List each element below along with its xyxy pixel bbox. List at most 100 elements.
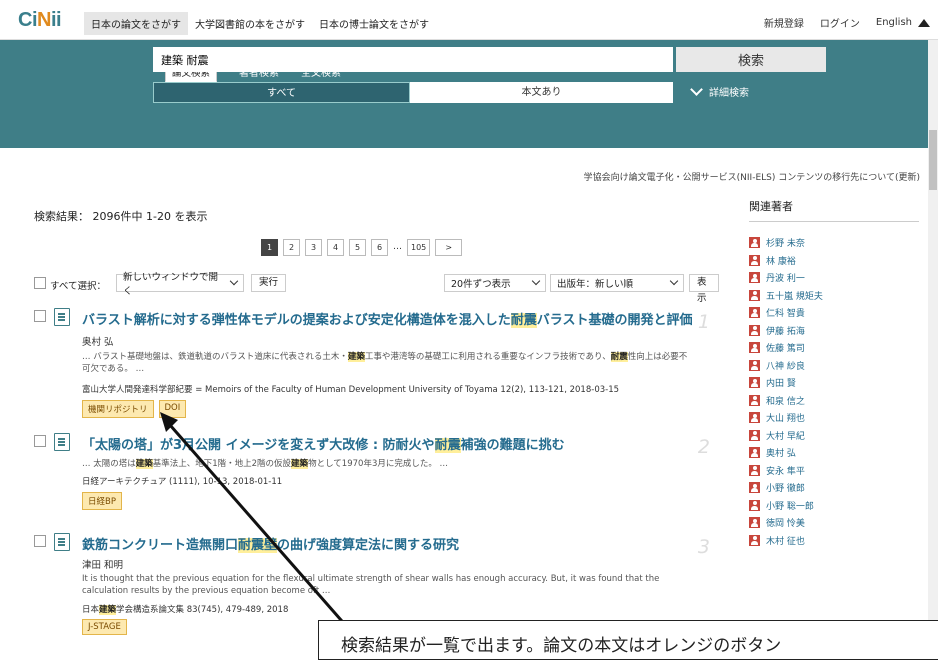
- repository-link[interactable]: 機関リポジトリ: [82, 400, 154, 418]
- account-links: 新規登録 ログイン English: [764, 15, 930, 30]
- result-snippet: … バラスト基礎地盤は、鉄道軌道のバラスト道床に代表される土木・建築工事や港湾等…: [82, 352, 688, 374]
- result-count: 検索結果： 2096件中 1-20 を表示: [34, 210, 208, 223]
- related-author-item[interactable]: 安永 隼平: [749, 462, 919, 480]
- result-number: 3: [697, 536, 710, 558]
- related-author-name: 丹波 利一: [766, 274, 805, 285]
- related-author-item[interactable]: 木村 征也: [749, 532, 919, 550]
- related-author-item[interactable]: 内田 賢: [749, 374, 919, 392]
- result-checkbox[interactable]: [34, 310, 46, 322]
- person-icon: [749, 394, 760, 406]
- related-author-item[interactable]: 伊藤 拓海: [749, 322, 919, 340]
- doi-link[interactable]: DOI: [158, 400, 187, 418]
- related-author-item[interactable]: 奥村 弘: [749, 444, 919, 462]
- person-icon: [749, 464, 760, 476]
- search-button[interactable]: 検索: [676, 47, 826, 72]
- nav-books[interactable]: 大学図書館の本をさがす: [188, 12, 312, 35]
- person-icon: [749, 254, 760, 266]
- related-author-item[interactable]: 佐藤 篤司: [749, 339, 919, 357]
- sort-value: 出版年：新しい順: [557, 279, 634, 290]
- person-icon: [749, 324, 760, 336]
- result-snippet: … 太陽の塔は建築基準法上、地下1階・地上2階の仮設建築物として1970年3月に…: [82, 459, 449, 469]
- register-link[interactable]: 新規登録: [764, 15, 804, 30]
- exec-button[interactable]: 実行: [251, 274, 287, 292]
- related-author-item[interactable]: 大村 早紀: [749, 427, 919, 445]
- per-page-value: 20件ずつ表示: [451, 279, 511, 290]
- cinii-logo[interactable]: CiNii: [18, 9, 62, 32]
- related-author-item[interactable]: 小野 徹郎: [749, 479, 919, 497]
- login-link[interactable]: ログイン: [820, 15, 860, 30]
- result-links: 機関リポジトリ DOI: [82, 400, 187, 418]
- related-author-item[interactable]: 林 康裕: [749, 252, 919, 270]
- related-author-name: 五十嵐 規矩夫: [766, 291, 823, 302]
- related-authors-heading: 関連著者: [749, 198, 919, 222]
- related-author-name: 林 康裕: [766, 256, 796, 267]
- related-author-name: 安永 隼平: [766, 466, 805, 477]
- related-author-name: 小野 聡一郎: [766, 501, 814, 512]
- publisher-link[interactable]: 日経BP: [82, 492, 122, 510]
- related-author-item[interactable]: 和泉 信之: [749, 392, 919, 410]
- related-author-name: 内田 賢: [766, 379, 796, 390]
- result-title[interactable]: 鉄筋コンクリート造無開口耐震壁の曲げ強度算定法に関する研究: [82, 534, 459, 553]
- result-checkbox[interactable]: [34, 535, 46, 547]
- select-all-checkbox[interactable]: [34, 277, 46, 289]
- related-author-name: 杉野 未奈: [766, 239, 805, 250]
- scrollbar[interactable]: [928, 40, 938, 648]
- next-page-icon[interactable]: >: [435, 239, 463, 256]
- chevron-down-icon: [669, 276, 679, 286]
- related-author-item[interactable]: 杉野 未奈: [749, 234, 919, 252]
- page-last[interactable]: 105: [407, 239, 431, 256]
- jstage-link[interactable]: J-STAGE: [82, 619, 127, 635]
- result-toolbar: すべて選択： 新しいウィンドウで開く 実行 20件ずつ表示 出版年：新しい順 表…: [34, 272, 719, 304]
- result-title[interactable]: 「太陽の塔」が3月公開 イメージを変えず大改修 : 防耐火や耐震補強の難題に挑む: [82, 434, 565, 453]
- filter-fulltext[interactable]: 本文あり: [410, 82, 673, 103]
- notice-link[interactable]: 学協会向け論文電子化・公開サービス(NII-ELS) コンテンツの移行先について…: [584, 170, 920, 183]
- related-author-item[interactable]: 丹波 利一: [749, 269, 919, 287]
- related-author-item[interactable]: 五十嵐 規矩夫: [749, 287, 919, 305]
- page-2[interactable]: 2: [283, 239, 300, 256]
- page-6[interactable]: 6: [371, 239, 388, 256]
- per-page-select[interactable]: 20件ずつ表示: [444, 274, 546, 292]
- person-icon: [749, 534, 760, 546]
- document-icon: [54, 533, 70, 551]
- person-icon: [749, 499, 760, 511]
- related-author-item[interactable]: 八神 紗良: [749, 357, 919, 375]
- page-3[interactable]: 3: [305, 239, 322, 256]
- page-1[interactable]: 1: [261, 239, 278, 256]
- result-snippet: It is thought that the previous equation…: [82, 574, 660, 596]
- scroll-top-icon[interactable]: [918, 18, 930, 27]
- sort-select[interactable]: 出版年：新しい順: [550, 274, 684, 292]
- result-author[interactable]: 奥村 弘: [82, 334, 114, 348]
- result-links: 日経BP: [82, 492, 122, 510]
- document-icon: [54, 308, 70, 326]
- related-author-name: 八神 紗良: [766, 361, 805, 372]
- top-nav: 日本の論文をさがす 大学図書館の本をさがす 日本の博士論文をさがす: [84, 12, 436, 35]
- filter-all[interactable]: すべて: [153, 82, 410, 103]
- related-author-item[interactable]: 徳岡 怜美: [749, 514, 919, 532]
- result-title[interactable]: バラスト解析に対する弾性体モデルの提案および安定化構造体を混入した耐震バラスト基…: [82, 309, 693, 328]
- scrollbar-thumb[interactable]: [929, 130, 937, 190]
- person-icon: [749, 517, 760, 529]
- related-author-name: 大村 早紀: [766, 431, 805, 442]
- result-item: 「太陽の塔」が3月公開 イメージを変えず大改修 : 防耐火や耐震補強の難題に挑む…: [34, 433, 724, 517]
- nav-dissertations[interactable]: 日本の博士論文をさがす: [312, 12, 436, 35]
- related-author-item[interactable]: 小野 聡一郎: [749, 497, 919, 515]
- person-icon: [749, 289, 760, 301]
- page-4[interactable]: 4: [327, 239, 344, 256]
- result-number: 1: [697, 311, 710, 333]
- page-5[interactable]: 5: [349, 239, 366, 256]
- person-icon: [749, 447, 760, 459]
- advanced-search-toggle[interactable]: 詳細検索: [690, 82, 749, 99]
- advanced-search-label: 詳細検索: [709, 88, 749, 99]
- result-item: バラスト解析に対する弾性体モデルの提案および安定化構造体を混入した耐震バラスト基…: [34, 308, 724, 426]
- show-button[interactable]: 表示: [689, 274, 719, 304]
- search-input[interactable]: [153, 47, 673, 72]
- english-link[interactable]: English: [876, 17, 912, 28]
- nav-articles[interactable]: 日本の論文をさがす: [84, 12, 188, 35]
- result-checkbox[interactable]: [34, 435, 46, 447]
- related-author-item[interactable]: 仁科 智貴: [749, 304, 919, 322]
- open-option-select[interactable]: 新しいウィンドウで開く: [116, 272, 244, 297]
- related-author-item[interactable]: 大山 翔也: [749, 409, 919, 427]
- related-author-name: 小野 徹郎: [766, 484, 805, 495]
- result-author[interactable]: 津田 和明: [82, 557, 123, 571]
- chevron-down-icon: [229, 276, 239, 286]
